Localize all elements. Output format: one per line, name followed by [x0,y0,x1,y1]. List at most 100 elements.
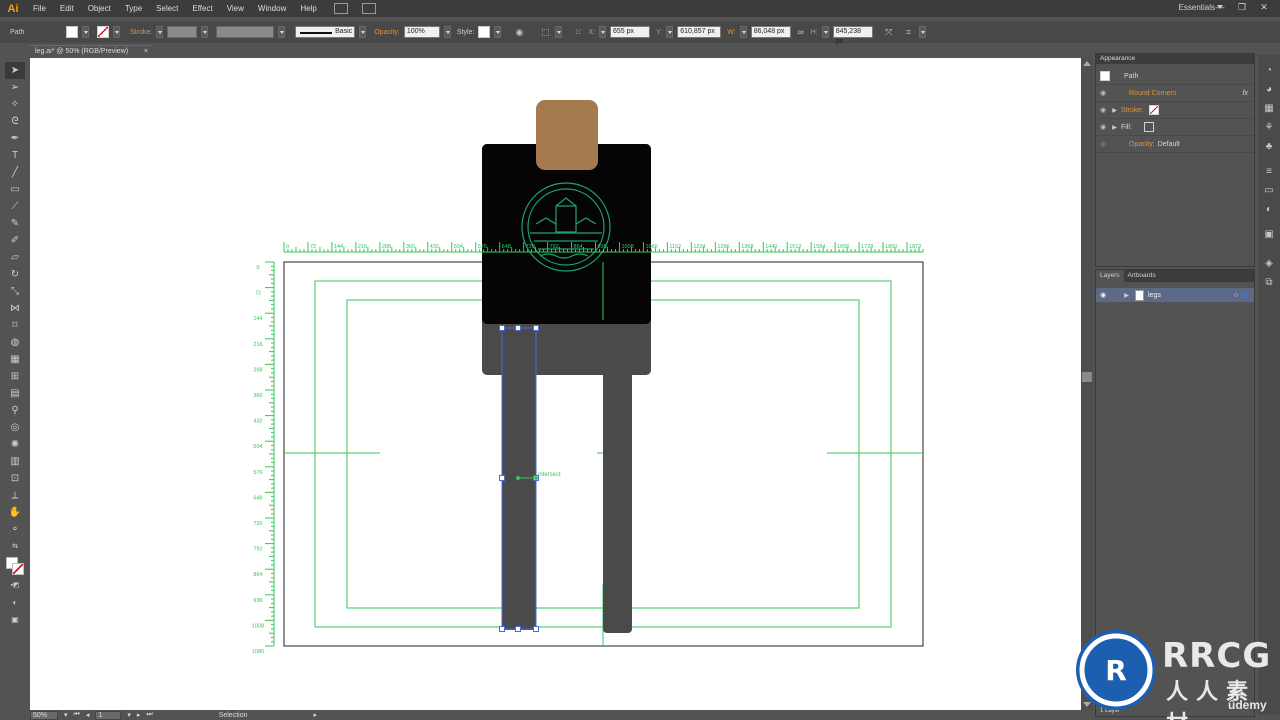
shape-builder-tool-icon[interactable]: ◍ [5,334,25,351]
menu-window[interactable]: Window [251,4,293,13]
rotate-tool-icon[interactable]: ↻ [5,266,25,283]
menu-view[interactable]: View [220,4,251,13]
x-stepper[interactable] [599,26,607,38]
stroke-weight-stepper[interactable] [156,26,164,38]
fill-stroke-widget[interactable] [5,555,25,577]
menu-help[interactable]: Help [293,4,323,13]
blob-brush-tool-icon[interactable]: ✐ [5,232,25,249]
isolate-icon[interactable]: ⌗ [903,26,915,38]
pencil-tool-icon[interactable]: ✎ [5,215,25,232]
menu-object[interactable]: Object [81,4,118,13]
visibility-eye-icon[interactable]: ◉ [1096,89,1110,97]
align-to-icon[interactable]: ⬚ [539,26,551,38]
link-icon[interactable]: ∞ [795,26,807,38]
document-tab[interactable]: leg.ai* @ 50% (RGB/Preview) × [30,45,152,58]
reference-point-icon[interactable]: ⁙ [572,26,584,38]
graphic-style-swatch[interactable] [478,26,491,38]
mesh-tool-icon[interactable]: ⊞ [5,368,25,385]
lasso-tool-icon[interactable]: ᘓ [5,113,25,130]
color-guide-panel-icon[interactable]: ◕ [1258,80,1280,99]
menu-type[interactable]: Type [118,4,149,13]
expand-triangle-icon[interactable]: ▶ [1122,292,1131,299]
w-field[interactable]: 86,048 px [750,26,791,38]
next-artboard-icon[interactable]: ▸ [137,711,141,719]
artboard-tool-icon[interactable]: ⊡ [5,470,25,487]
stroke-row-label[interactable]: Stroke: [1121,107,1143,114]
transform-icon[interactable]: ⤧ [883,26,895,38]
artboards-panel-icon[interactable]: ⧉ [1258,273,1280,292]
variable-width-field[interactable] [216,26,275,38]
visibility-eye-icon[interactable]: ◉ [1096,123,1110,131]
h-field[interactable]: 845,238 px [832,26,873,45]
isolate-dropdown[interactable] [918,26,926,38]
line-tool-icon[interactable]: ╱ [5,164,25,181]
fill-row-label[interactable]: Fill: [1121,124,1132,131]
last-artboard-icon[interactable]: ⏭ [146,711,152,719]
y-field[interactable]: 610,857 px [677,26,722,38]
slice-tool-icon[interactable]: ⟂ [5,487,25,504]
transparency-panel-icon[interactable]: ◐ [1258,200,1280,219]
stroke-weight-field[interactable] [167,26,198,38]
visibility-eye-icon[interactable]: ◉ [1096,140,1110,148]
brush-dropdown[interactable] [359,26,367,38]
fill-swatch[interactable] [66,26,78,38]
pen-tool-icon[interactable]: ✒ [5,130,25,147]
appearance-stroke-row[interactable]: ◉ ▶ Stroke: [1096,102,1254,119]
swatches-panel-icon[interactable]: ▦ [1258,99,1280,118]
layer-name[interactable]: legs [1148,292,1161,299]
graphic-styles-panel-icon[interactable]: ▣ [1258,225,1280,244]
layer-selected-square[interactable] [1243,292,1248,298]
artboard-field[interactable]: 1 [95,710,122,720]
appearance-path-row[interactable]: Path [1096,68,1254,85]
eraser-tool-icon[interactable]: ▱ [5,249,25,266]
expand-triangle-icon[interactable]: ▶ [1110,124,1119,131]
opacity-row-label[interactable]: Opacity: [1129,141,1155,148]
magic-wand-tool-icon[interactable]: ✧ [5,96,25,113]
stroke-swatch-dropdown[interactable] [113,26,120,38]
effect-label[interactable]: Round Corners [1129,90,1176,97]
zoom-dropdown-icon[interactable]: ▾ [64,711,68,719]
symbol-sprayer-tool-icon[interactable]: ✺ [5,436,25,453]
close-window-icon[interactable]: ✕ [1256,1,1272,14]
stroke-weight-dropdown[interactable] [201,26,209,38]
opacity-label[interactable]: Opacity: [374,29,400,36]
x-field[interactable]: 655 px [610,26,651,38]
blend-tool-icon[interactable]: ◎ [5,419,25,436]
eyedropper-tool-icon[interactable]: ⚲ [5,402,25,419]
drawing-mode-icon[interactable]: ◐ [5,594,25,611]
status-menu-icon[interactable]: ▸ [313,711,317,719]
zoom-tool-icon[interactable]: ⚬ [5,521,25,538]
color-mode-icon[interactable]: ▪◩ [5,577,25,594]
gradient-tool-icon[interactable]: ▤ [5,385,25,402]
tab-layers[interactable]: Layers [1096,270,1124,282]
workspace-switcher[interactable]: Essentials [1179,3,1215,12]
stroke-row-swatch[interactable] [1149,105,1160,115]
expand-triangle-icon[interactable]: ▶ [1110,107,1119,114]
screen-mode-icon[interactable]: ▣ [5,611,25,628]
scroll-up-icon[interactable] [1083,61,1091,66]
appearance-effect-row[interactable]: ◉ Round Corners fx [1096,85,1254,102]
perspective-grid-tool-icon[interactable]: ▦ [5,351,25,368]
variable-width-dropdown[interactable] [278,26,286,38]
rectangle-tool-icon[interactable]: ▭ [5,181,25,198]
artboard-dropdown-icon[interactable]: ▾ [127,711,131,719]
vertical-scrollbar[interactable] [1081,58,1093,710]
layer-visibility-icon[interactable]: ◉ [1096,291,1110,299]
recolor-artwork-icon[interactable]: ◉ [513,26,525,38]
layer-row-legs[interactable]: ◉ ▶ legs ○ [1096,288,1254,302]
stroke-color-icon[interactable] [12,563,24,575]
width-tool-icon[interactable]: ⋈ [5,300,25,317]
bridge-icon[interactable] [333,3,348,14]
brush-definition[interactable]: Basic [295,26,356,38]
zoom-field[interactable]: 50% [30,710,58,720]
symbols-panel-icon[interactable]: ♣ [1258,137,1280,156]
stroke-swatch[interactable] [97,26,109,38]
w-stepper[interactable] [739,26,747,38]
hand-tool-icon[interactable]: ✋ [5,504,25,521]
gradient-panel-icon[interactable]: ▭ [1258,181,1280,200]
layer-target-icon[interactable]: ○ [1234,292,1238,299]
restore-icon[interactable]: ❐ [1234,1,1250,14]
minimize-icon[interactable]: — [1212,1,1228,14]
visibility-eye-icon[interactable]: ◉ [1096,106,1110,114]
stroke-panel-icon[interactable]: ≡ [1258,162,1280,181]
